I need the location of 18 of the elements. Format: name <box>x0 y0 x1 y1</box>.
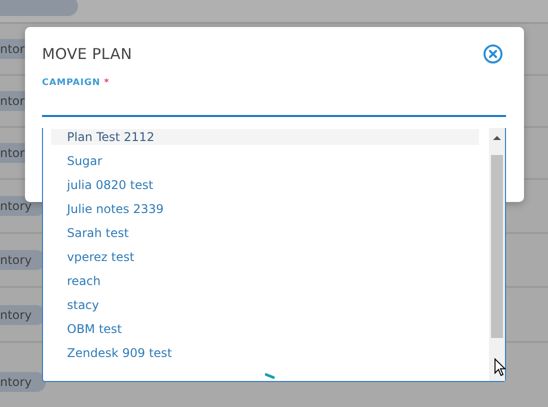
field-label: CAMPAIGN * <box>42 78 110 88</box>
dropdown-option[interactable]: OBM test <box>51 321 479 345</box>
dropdown-option[interactable]: Plan Test 2112 <box>51 129 479 145</box>
dialog-title: MOVE PLAN <box>42 45 132 63</box>
dropdown-option[interactable]: Sarah test <box>51 225 479 249</box>
scrollbar-thumb[interactable] <box>491 155 503 338</box>
dropdown-option[interactable]: Zendesk 909 test <box>51 345 479 369</box>
scroll-up-icon[interactable] <box>492 134 502 142</box>
scrollbar[interactable] <box>489 128 505 381</box>
dropdown-option[interactable]: reach <box>51 273 479 297</box>
close-icon[interactable] <box>483 44 503 64</box>
dropdown-option[interactable]: Sugar <box>51 153 479 177</box>
dropdown-option[interactable]: julia 0820 test <box>51 177 479 201</box>
dropdown-option[interactable]: Julie notes 2339 <box>51 201 479 225</box>
dropdown-option[interactable]: vperez test <box>51 249 479 273</box>
dropdown-option[interactable]: stacy <box>51 297 479 321</box>
plan-tag: ntory <box>0 372 46 392</box>
loading-spinner-icon <box>265 373 275 379</box>
